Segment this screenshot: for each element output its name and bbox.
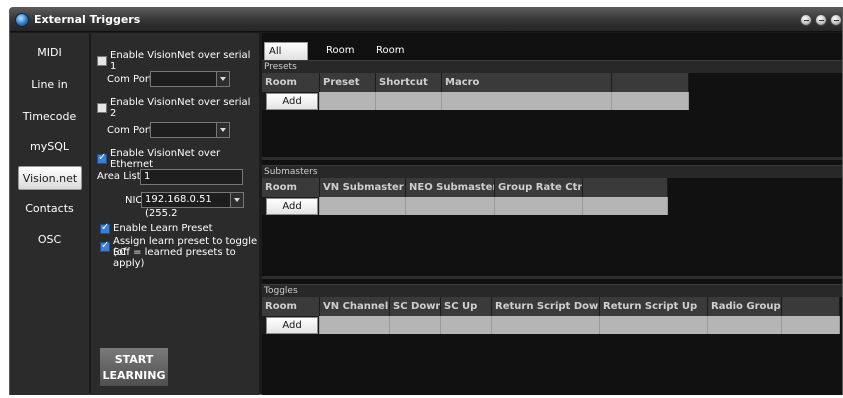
toggles-cell[interactable] <box>708 316 782 334</box>
presets-col-room: Room <box>262 73 320 92</box>
presets-cell[interactable] <box>612 92 689 110</box>
toggles-col-room: Room <box>262 297 320 316</box>
toggles-cell[interactable] <box>320 316 390 334</box>
trigger-source-nav: MIDI Line in Timecode mySQL Vision.net C… <box>10 33 89 395</box>
nav-item-mysql[interactable]: mySQL <box>10 135 89 159</box>
submasters-splitter[interactable] <box>262 276 842 279</box>
area-list-input[interactable]: 1 <box>140 169 243 185</box>
tab-room-1[interactable]: Room 1 <box>322 42 358 73</box>
toggles-cell[interactable] <box>492 316 600 334</box>
presets-col-shortcut: Shortcut <box>376 73 442 92</box>
toggles-col-extra <box>782 297 840 316</box>
toggles-cell[interactable] <box>390 316 441 334</box>
comport2-select[interactable] <box>150 122 230 138</box>
submasters-section-label: Submasters <box>262 165 842 178</box>
comport1-select[interactable] <box>150 71 230 87</box>
submasters-col-extra <box>583 178 668 197</box>
tab-all-rooms[interactable]: All Rooms <box>264 42 308 74</box>
submasters-cell[interactable] <box>583 197 668 215</box>
external-triggers-window: External Triggers MIDI Line in Timecode … <box>9 7 843 395</box>
ethernet-option[interactable]: Enable VisionNet over Ethernet <box>97 148 259 170</box>
app-globe-icon <box>15 13 29 27</box>
serial1-label: Enable VisionNet over serial 1 <box>110 50 251 72</box>
learn-preset-option[interactable]: Enable Learn Preset <box>100 222 213 234</box>
toggles-col-return-up: Return Script Up <box>600 297 708 316</box>
chevron-down-icon[interactable] <box>216 123 229 137</box>
serial1-checkbox[interactable] <box>97 56 107 66</box>
nic-label: NIC <box>125 195 143 206</box>
ethernet-checkbox[interactable] <box>97 152 107 164</box>
submasters-col-vn-submaster: VN Submaster <box>320 178 406 197</box>
presets-col-preset: Preset <box>320 73 376 92</box>
toggles-col-radio-group: Radio Group <box>708 297 782 316</box>
toggles-section-label: Toggles <box>262 284 842 297</box>
start-learning-button[interactable]: START LEARNING <box>99 347 169 387</box>
presets-section-label: Presets <box>262 60 842 73</box>
toggles-cell[interactable] <box>600 316 708 334</box>
nic-select[interactable]: 192.168.0.51 (255.2 <box>141 192 244 219</box>
presets-add-button[interactable]: Add <box>266 93 318 110</box>
title-bar[interactable]: External Triggers <box>10 8 842 32</box>
visionnet-config-panel: Enable VisionNet over serial 1 Com Port … <box>90 33 259 395</box>
presets-col-macro: Macro <box>442 73 612 92</box>
submasters-col-room: Room <box>262 178 320 197</box>
serial2-checkbox[interactable] <box>97 103 107 113</box>
submasters-col-neo-submaster: NEO Submaster <box>406 178 495 197</box>
learn-preset-label: Enable Learn Preset <box>113 223 213 234</box>
minimize-icon[interactable] <box>800 14 812 26</box>
window-title: External Triggers <box>34 13 141 26</box>
nav-item-contacts[interactable]: Contacts <box>10 197 89 221</box>
nic-value: 192.168.0.51 (255.2 <box>145 194 212 219</box>
toggles-cell[interactable] <box>441 316 492 334</box>
comport1-label: Com Port <box>107 74 153 85</box>
ethernet-label: Enable VisionNet over Ethernet <box>110 148 221 170</box>
submasters-cell[interactable] <box>406 197 495 215</box>
tab-room-2[interactable]: Room 2 <box>372 42 408 73</box>
serial2-option[interactable]: Enable VisionNet over serial 2 <box>97 97 259 119</box>
triggers-main-panel: All Rooms Room 1 Room 2 Presets Room Pre… <box>262 33 842 395</box>
presets-cell[interactable] <box>442 92 612 110</box>
presets-col-extra <box>612 73 689 92</box>
submasters-cell[interactable] <box>495 197 583 215</box>
serial1-option[interactable]: Enable VisionNet over serial 1 <box>97 50 259 72</box>
nav-item-line-in[interactable]: Line in <box>10 73 89 97</box>
presets-cell[interactable] <box>320 92 376 110</box>
toggles-add-button[interactable]: Add <box>266 317 318 334</box>
submasters-add-button[interactable]: Add <box>266 198 318 215</box>
assign-learn-label-2: (off = learned presets to apply) <box>113 247 236 269</box>
nav-item-osc[interactable]: OSC <box>10 228 89 252</box>
nav-item-vision-net[interactable]: Vision.net <box>18 166 82 190</box>
toggles-col-sc-up: SC Up <box>441 297 492 316</box>
toggles-col-vn-channel: VN Channel <box>320 297 390 316</box>
nav-item-midi[interactable]: MIDI <box>10 41 89 65</box>
presets-splitter[interactable] <box>262 157 842 160</box>
chevron-down-icon[interactable] <box>230 193 243 207</box>
assign-learn-checkbox[interactable] <box>100 240 110 252</box>
start-learning-line2: LEARNING <box>102 369 166 382</box>
nav-item-timecode[interactable]: Timecode <box>10 105 89 129</box>
start-learning-line1: START <box>114 353 154 366</box>
toggles-cell[interactable] <box>782 316 840 334</box>
submasters-col-group-rate: Group Rate Ctrl <box>495 178 583 197</box>
submasters-cell[interactable] <box>320 197 406 215</box>
presets-cell[interactable] <box>376 92 442 110</box>
close-icon[interactable] <box>830 14 842 26</box>
area-list-label: Area List <box>97 171 141 182</box>
learn-preset-checkbox[interactable] <box>100 222 110 234</box>
serial2-label: Enable VisionNet over serial 2 <box>110 97 251 119</box>
toggles-col-return-down: Return Script Down <box>492 297 600 316</box>
maximize-icon[interactable] <box>815 14 827 26</box>
comport2-label: Com Port <box>107 125 153 136</box>
toggles-col-sc-down: SC Down <box>390 297 441 316</box>
chevron-down-icon[interactable] <box>216 72 229 86</box>
